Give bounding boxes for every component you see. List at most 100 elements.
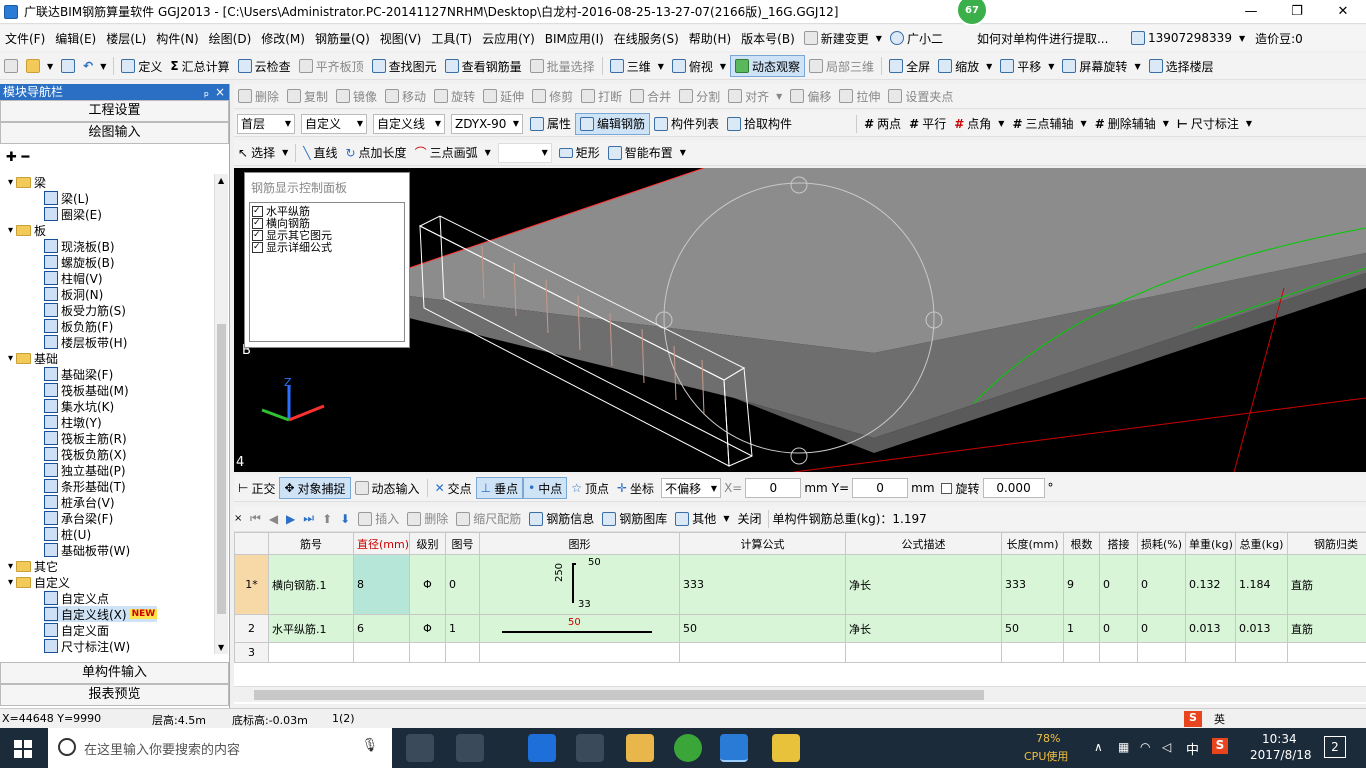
cell-count[interactable]: 1 [1063,614,1100,643]
grid-close-button[interactable]: 关闭 [733,508,765,530]
cell-empty[interactable] [1185,642,1236,663]
cell-shape-no[interactable]: 0 [445,554,480,615]
ime-english-label[interactable]: 英 [1214,711,1225,727]
network-icon[interactable]: ▦ [1118,740,1129,754]
orbit-handle-bottom[interactable] [790,447,808,465]
app-icon-spiral[interactable] [456,734,484,762]
cell-grade[interactable]: Φ [409,554,446,615]
panel-close-icon[interactable]: × [234,513,246,524]
pin-icon[interactable]: ₚ [204,84,209,100]
zoom-button[interactable]: 缩放 ▼ [934,55,996,77]
select-floor-button[interactable]: 选择楼层 [1145,55,1218,77]
table-row[interactable]: 3 [234,642,1366,663]
tree-item[interactable]: 尺寸标注(W) [44,638,130,654]
cell-diameter[interactable]: 8 [353,554,410,615]
tree-item[interactable]: 梁(L) [44,190,89,206]
point-angle-button[interactable]: # 点角 ▼ [950,113,1008,135]
find-element-button[interactable]: 查找图元 [368,55,441,77]
drawing-input-button[interactable]: 绘图输入 [0,122,229,144]
scale-rebar-button[interactable]: 缩尺配筋 [452,508,525,530]
col-header[interactable]: 长度(mm) [1001,532,1064,555]
cell-formula-desc[interactable]: 净长 [845,554,1002,615]
cell-empty[interactable] [445,642,480,663]
row-index[interactable]: 3 [234,642,269,663]
scroll-thumb[interactable] [217,324,226,614]
view-rebar-qty-button[interactable]: 查看钢筋量 [441,55,526,77]
col-header[interactable]: 筋号 [268,532,354,555]
move-up-button[interactable]: ⬆ [318,508,336,530]
prev-row-button[interactable]: ◀ [265,508,282,530]
break-button[interactable]: 打断 [577,85,626,107]
edit-rebar-button[interactable]: 编辑钢筋 [575,112,651,135]
dynamic-observe-button[interactable]: 动态观察 [730,55,806,77]
microphone-icon[interactable]: 🎙 [361,738,378,753]
offset-button[interactable]: 偏移 [786,85,835,107]
cell-empty[interactable] [268,642,354,663]
tree-folder[interactable]: ▾ 基础 [8,350,58,366]
rebar-info-button[interactable]: 钢筋信息 [525,508,598,530]
tree-item[interactable]: 板洞(N) [44,286,103,302]
rebar-library-button[interactable]: 钢筋图库 [598,508,671,530]
smart-layout-button[interactable]: 智能布置 ▼ [604,142,690,164]
line-button[interactable]: ╲ 直线 [299,142,341,164]
rect-button[interactable]: 矩形 [555,142,604,164]
tree-item[interactable]: 桩承台(V) [44,494,115,510]
menu-bim[interactable]: BIM应用(I) [540,30,609,47]
cell-bar-no[interactable]: 水平纵筋.1 [268,614,354,643]
cell-empty[interactable] [479,642,680,663]
pan-button[interactable]: 平移 ▼ [996,55,1058,77]
expand-all-icon[interactable]: ✚ [6,150,17,165]
merge-button[interactable]: 合并 [626,85,675,107]
tree-item[interactable]: 螺旋板(B) [44,254,115,270]
task-view-icon[interactable] [406,734,434,762]
tree-toggle-icon[interactable]: ▾ [8,225,13,236]
cell-empty[interactable] [1001,642,1064,663]
component-name-select[interactable]: ZDYX-90 ▼ [451,113,523,134]
menu-rebar-qty[interactable]: 钢筋量(Q) [310,30,375,47]
three-point-arc-button[interactable]: ⌒ 三点画弧 ▼ [411,142,495,164]
cell-diameter[interactable]: 6 [353,614,410,643]
close-icon[interactable]: × [215,84,225,100]
grid-delete-button[interactable]: 删除 [403,508,452,530]
menu-draw[interactable]: 绘图(D) [204,30,257,47]
dynamic-input-button[interactable]: 动态输入 [351,477,424,499]
tree-item[interactable]: 圈梁(E) [44,206,102,222]
cell-bar-no[interactable]: 横向钢筋.1 [268,554,354,615]
cell-shape[interactable]: 50 [479,614,680,643]
tree-item[interactable]: 板负筋(F) [44,318,113,334]
cell-length[interactable]: 50 [1001,614,1064,643]
insert-button[interactable]: 插入 [354,508,403,530]
cell-loss[interactable]: 0 [1137,554,1186,615]
scroll-down-icon[interactable]: ▼ [218,643,224,652]
cell-empty[interactable] [1099,642,1138,663]
pick-component-button[interactable]: 拾取构件 [723,113,796,135]
tree-item[interactable]: 独立基础(P) [44,462,126,478]
tree-item[interactable]: 筏板基础(M) [44,382,129,398]
cell-empty[interactable] [409,642,446,663]
row-index[interactable]: 2 [234,614,269,643]
define-button[interactable]: 定义 [117,55,166,77]
cell-empty[interactable] [1287,642,1366,663]
table-row[interactable]: 1* 横向钢筋.1 8 Φ 0 50 250 33 333 净长 333 9 0… [234,554,1366,615]
col-header[interactable]: 图号 [445,532,480,555]
tree-item[interactable]: 桩(U) [44,526,91,542]
project-settings-button[interactable]: 工程设置 [0,100,229,122]
cell-empty[interactable] [1235,642,1288,663]
sogou-ime-icon[interactable]: S [1184,711,1202,727]
stretch-button[interactable]: 拉伸 [835,85,884,107]
store-icon[interactable] [576,734,604,762]
local-3d-button[interactable]: 局部三维 [805,55,878,77]
menu-file[interactable]: 文件(F) [0,30,50,47]
cell-empty[interactable] [1063,642,1100,663]
file-explorer-icon[interactable] [626,734,654,762]
tree-folder[interactable]: ▾ 梁 [8,174,46,190]
offset-select[interactable]: 不偏移 ▼ [661,478,722,498]
rotate-angle-input[interactable]: 0.000 [982,478,1045,498]
tree-item[interactable]: 现浇板(B) [44,238,115,254]
col-header[interactable]: 总重(kg) [1235,532,1288,555]
col-header[interactable]: 单重(kg) [1185,532,1236,555]
col-header[interactable]: 损耗(%) [1137,532,1186,555]
score-badge[interactable]: 67 [956,0,988,26]
cell-grade[interactable]: Φ [409,614,446,643]
tree-folder[interactable]: ▾ 自定义 [8,574,70,590]
